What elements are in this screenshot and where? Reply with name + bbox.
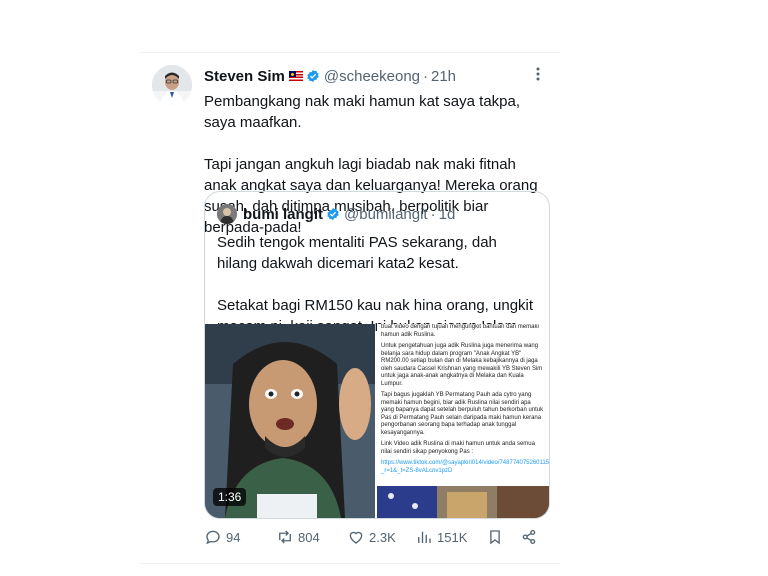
- author-name[interactable]: Steven Sim: [204, 68, 285, 85]
- screenshot-photo: [377, 486, 549, 518]
- tweet-header: Steven Sim @scheekeong · 21h: [204, 65, 549, 87]
- malaysia-flag-icon: [288, 71, 303, 81]
- quote-time: 1d: [438, 205, 456, 223]
- tweet-time[interactable]: 21h: [431, 68, 456, 85]
- reply-button[interactable]: 94: [204, 528, 240, 546]
- repost-count: 804: [298, 529, 320, 545]
- tweet-text-line: Pembangkang nak maki hamun kat saya takp…: [204, 93, 521, 131]
- tweet[interactable]: Steven Sim @scheekeong · 21h Pembangkang…: [140, 52, 560, 564]
- quoted-tweet[interactable]: bumi langit @bumilangit · 1d Sedih tengo…: [204, 191, 550, 519]
- share-icon: [522, 529, 536, 545]
- separator-dot: ·: [423, 67, 428, 85]
- verified-icon: [327, 207, 339, 221]
- bookmark-icon: [490, 530, 500, 545]
- video-player[interactable]: 1:36: [205, 324, 375, 518]
- more-icon[interactable]: [530, 65, 546, 83]
- like-button[interactable]: 2.3K: [347, 528, 396, 546]
- video-duration: 1:36: [213, 488, 247, 506]
- view-count: 151K: [437, 529, 468, 545]
- quote-author-name: bumi langit: [243, 205, 323, 223]
- like-icon: [349, 531, 363, 544]
- article-paragraph: Untuk pengetahuan juga adik Ruslina juga…: [381, 343, 543, 387]
- like-count: 2.3K: [369, 529, 396, 545]
- quote-author-avatar: [217, 204, 237, 224]
- quote-media: 1:36 buat video dengan tujuan mengungkit…: [205, 324, 549, 518]
- share-button[interactable]: [520, 528, 542, 546]
- author-handle[interactable]: @scheekeong: [324, 68, 420, 85]
- reply-icon: [206, 530, 220, 545]
- article-paragraph: buat video dengan tujuan mengungkit bant…: [381, 324, 539, 338]
- screenshot-article: buat video dengan tujuan mengungkit bant…: [377, 324, 549, 486]
- article-paragraph: Tapi bagus jugaklah YB Permatang Pauh ad…: [381, 392, 544, 436]
- views-button[interactable]: 151K: [415, 528, 467, 546]
- author-avatar[interactable]: [152, 65, 192, 105]
- article-link: https://www.tiktok.com/@sayapkiri014/vid…: [381, 460, 549, 474]
- repost-icon: [279, 530, 291, 544]
- bookmark-button[interactable]: [486, 528, 508, 546]
- verified-icon: [307, 69, 319, 83]
- repost-button[interactable]: 804: [276, 528, 320, 546]
- separator-dot: ·: [430, 205, 436, 223]
- action-bar: 94 804 2.3K 151K: [204, 528, 544, 550]
- article-paragraph: Link Video adik Ruslina di maki hamun un…: [381, 441, 535, 455]
- reply-count: 94: [226, 529, 241, 545]
- quote-text-line: Sedih tengok mentaliti PAS sekarang, dah…: [217, 234, 497, 272]
- views-icon: [418, 531, 431, 543]
- quote-header: bumi langit @bumilangit · 1d: [217, 204, 455, 224]
- quote-author-handle: @bumilangit: [344, 205, 428, 223]
